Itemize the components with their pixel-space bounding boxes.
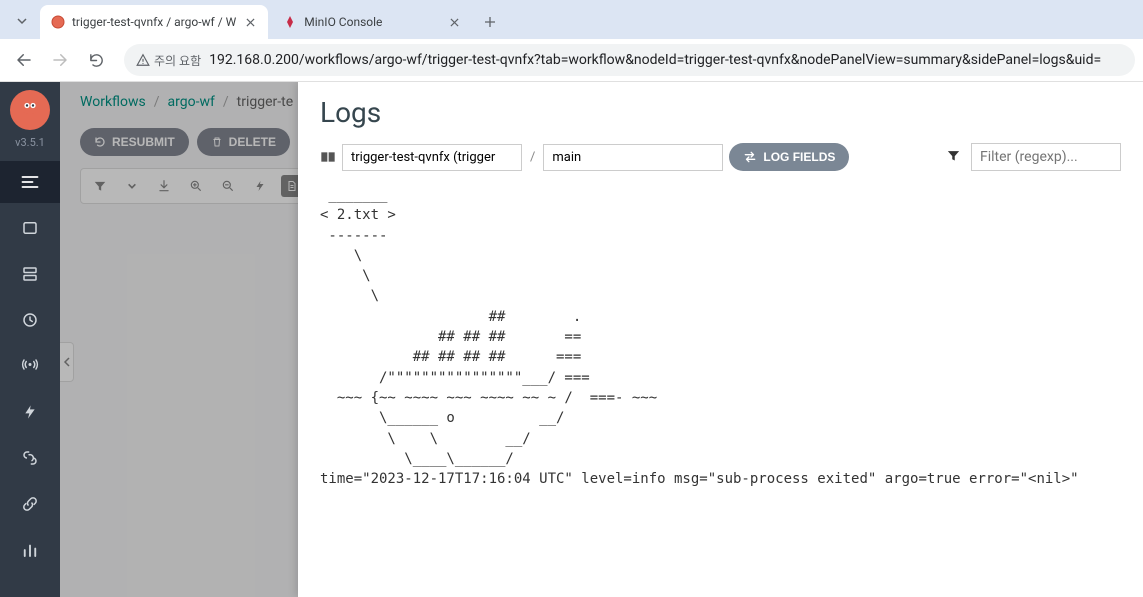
close-icon (450, 18, 459, 27)
warning-icon (136, 53, 150, 67)
browser-tab-active[interactable]: trigger-test-qvnfx / argo-wf / W (40, 5, 268, 39)
sidebar-item-templates[interactable] (0, 253, 60, 295)
tab-title: trigger-test-qvnfx / argo-wf / W (72, 15, 236, 29)
url-text: 192.168.0.200/workflows/argo-wf/trigger-… (209, 52, 1123, 68)
app-sidebar: v3.5.1 (0, 82, 60, 597)
close-icon (246, 18, 255, 27)
tab-close-button[interactable] (242, 14, 258, 30)
plus-icon (484, 16, 496, 28)
tab-list-dropdown[interactable] (8, 7, 36, 35)
logs-content: _______ < 2.txt > ------- \ \ \ ## . ## … (320, 181, 1131, 493)
timeline-icon (20, 172, 40, 192)
funnel-icon (946, 148, 961, 163)
octopus-icon (15, 95, 45, 125)
back-button[interactable] (8, 44, 40, 76)
new-tab-button[interactable] (476, 8, 504, 36)
reload-button[interactable] (80, 44, 112, 76)
security-indicator[interactable]: 주의 요함 (136, 52, 201, 69)
stack-icon (21, 265, 39, 283)
sidebar-item-events[interactable] (0, 345, 60, 387)
container-select[interactable] (543, 144, 723, 171)
argo-favicon (50, 14, 66, 30)
workflow-select[interactable] (342, 144, 522, 171)
bolt-icon (22, 403, 38, 421)
sidebar-item-eventflow[interactable] (0, 437, 60, 479)
forward-button (44, 44, 76, 76)
sidebar-item-reports[interactable] (0, 529, 60, 571)
log-fields-label: LOG FIELDS (763, 150, 835, 164)
arrow-left-icon (15, 51, 33, 69)
box-icon (21, 219, 39, 237)
address-bar[interactable]: 주의 요함 192.168.0.200/workflows/argo-wf/tr… (124, 44, 1135, 76)
sidebar-item-timeline[interactable] (0, 161, 60, 203)
sidebar-item-plugins[interactable] (0, 483, 60, 525)
argo-logo[interactable] (10, 90, 50, 130)
separator: / (528, 150, 537, 165)
log-fields-button[interactable]: LOG FIELDS (729, 143, 849, 171)
arrow-right-icon (51, 51, 69, 69)
logs-panel: Logs / LOG FIELDS (298, 82, 1143, 597)
link-icon (21, 449, 39, 467)
minio-favicon (282, 14, 298, 30)
sidebar-item-sensors[interactable] (0, 391, 60, 433)
filter-icon-button[interactable] (946, 148, 961, 167)
sidebar-item-cron[interactable] (0, 299, 60, 341)
browser-tab-inactive[interactable]: MinIO Console (272, 5, 472, 39)
broadcast-icon (21, 357, 39, 375)
filter-input[interactable] (971, 143, 1121, 171)
swap-icon (743, 151, 757, 163)
clock-icon (21, 311, 39, 329)
chain-icon (21, 495, 39, 513)
version-label: v3.5.1 (15, 136, 45, 149)
reload-icon (88, 52, 105, 69)
chevron-down-icon (16, 15, 28, 27)
containers-icon (320, 150, 336, 164)
bars-icon (21, 541, 39, 559)
security-label: 주의 요함 (154, 52, 201, 69)
tab-close-button[interactable] (446, 14, 462, 30)
sidebar-item-workflows[interactable] (0, 207, 60, 249)
tab-title: MinIO Console (304, 15, 440, 29)
logs-title: Logs (320, 96, 1121, 129)
